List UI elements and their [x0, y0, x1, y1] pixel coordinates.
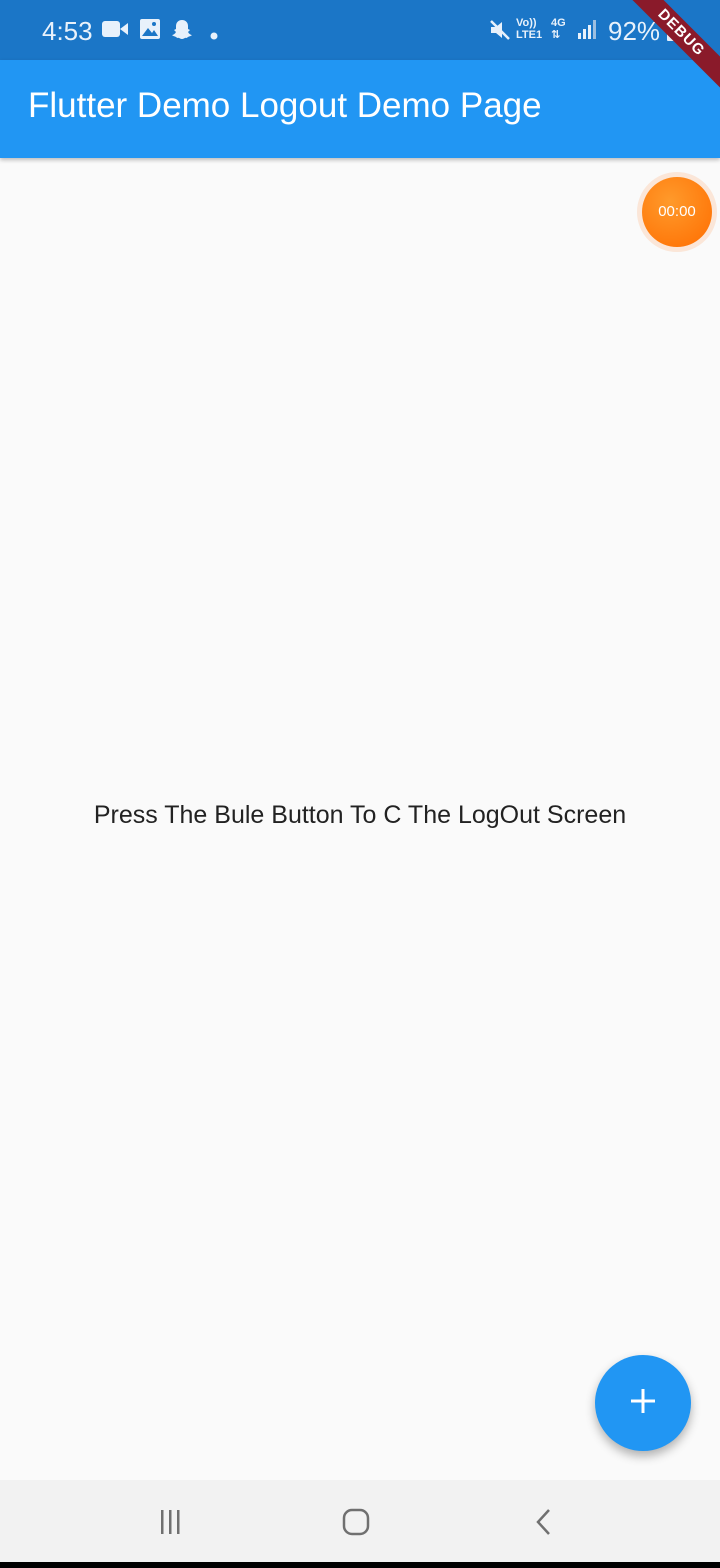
- recents-icon: [155, 1508, 185, 1541]
- home-button[interactable]: [336, 1504, 376, 1544]
- home-icon: [341, 1507, 371, 1542]
- volte-label-top: Vo)): [516, 17, 537, 29]
- volte-label-bottom: LTE1: [516, 29, 543, 41]
- mute-icon: [488, 18, 512, 47]
- status-bar: 4:53 Vo)) LTE1 4G ⇅ 92%: [0, 0, 720, 60]
- dot-icon: [210, 27, 218, 45]
- signal-icon: [576, 18, 598, 45]
- instruction-text: Press The Bule Button To C The LogOut Sc…: [93, 801, 627, 829]
- add-button[interactable]: [595, 1355, 691, 1451]
- screen: 4:53 Vo)) LTE1 4G ⇅ 92% DEBUG Flutter De…: [0, 0, 720, 1568]
- status-time: 4:53: [42, 16, 93, 46]
- screen-edge: [0, 1562, 720, 1568]
- snapchat-icon: [170, 18, 194, 47]
- data-label: 4G: [551, 17, 566, 29]
- volte-icon: Vo)) LTE1: [516, 17, 542, 41]
- plus-icon: [628, 1386, 658, 1421]
- back-button[interactable]: [524, 1504, 564, 1544]
- app-bar: Flutter Demo Logout Demo Page: [0, 60, 720, 158]
- system-nav-bar: [0, 1480, 720, 1568]
- 4g-icon: 4G ⇅: [551, 17, 566, 41]
- page-title: Flutter Demo Logout Demo Page: [28, 86, 542, 125]
- gallery-icon: [139, 18, 161, 45]
- recents-button[interactable]: [150, 1504, 190, 1544]
- back-icon: [532, 1507, 556, 1542]
- timer-bubble[interactable]: 00:00: [642, 177, 712, 247]
- video-icon: [101, 18, 129, 45]
